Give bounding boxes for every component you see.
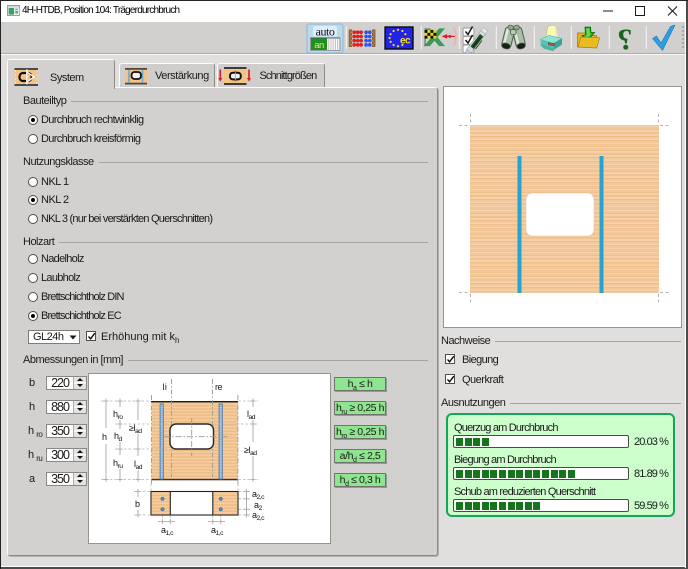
- svg-text:b: b: [135, 499, 140, 509]
- svg-text:≥lad: ≥lad: [129, 423, 142, 435]
- svg-text:li: li: [163, 382, 168, 392]
- svg-text:hd: hd: [114, 431, 123, 443]
- svg-text:a1,c: a1,c: [211, 525, 224, 537]
- svg-text:re: re: [215, 382, 222, 392]
- svg-text:lad: lad: [134, 459, 143, 471]
- svg-text:auto: auto: [316, 25, 335, 39]
- svg-text:h: h: [102, 432, 107, 442]
- svg-text:lad: lad: [247, 409, 256, 421]
- svg-text:ec: ec: [400, 36, 411, 47]
- svg-text:a1,c: a1,c: [161, 525, 174, 537]
- svg-text:≥lad: ≥lad: [244, 445, 257, 457]
- svg-text:hro: hro: [113, 409, 123, 421]
- svg-text:hru: hru: [113, 458, 123, 470]
- svg-text:an: an: [314, 40, 324, 51]
- svg-text:?: ?: [618, 22, 633, 53]
